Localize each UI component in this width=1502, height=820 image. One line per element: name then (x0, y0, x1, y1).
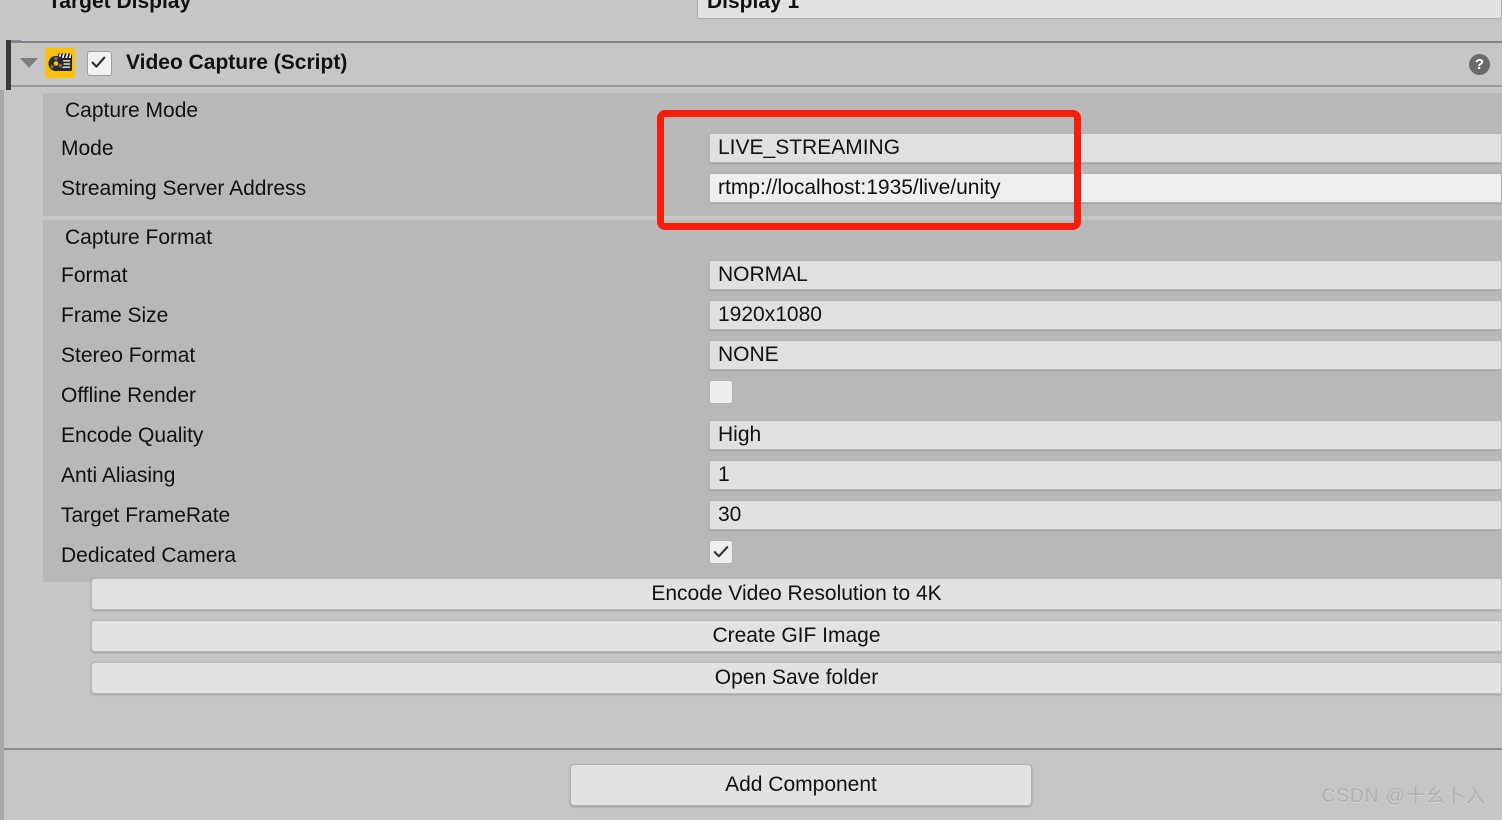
streaming-server-address-input[interactable]: rtmp://localhost:1935/live/unity (709, 173, 1502, 203)
row-encode-quality: Encode Quality High (43, 416, 1502, 456)
format-dropdown[interactable]: NORMAL (709, 260, 1502, 290)
body-left-padding (11, 87, 43, 717)
row-label-frame-size: Frame Size (61, 304, 169, 327)
row-anti-aliasing: Anti Aliasing 1 (43, 456, 1502, 496)
section-capture-format: Capture Format Format NORMAL Frame Size … (43, 220, 1502, 694)
frame-size-dropdown[interactable]: 1920x1080 (709, 300, 1502, 330)
help-icon[interactable]: ? (1469, 54, 1490, 75)
section-capture-mode: Capture Mode Mode LIVE_STREAMING Streami… (43, 93, 1502, 216)
target-display-dropdown[interactable]: Display 1 (697, 0, 1502, 19)
row-label-offline-render: Offline Render (61, 384, 197, 407)
streaming-server-address-value: rtmp://localhost:1935/live/unity (718, 176, 1001, 199)
row-label-target-framerate: Target FrameRate (61, 504, 231, 527)
component-title: Video Capture (Script) (126, 51, 348, 74)
row-dedicated-camera: Dedicated Camera (43, 536, 1502, 576)
target-display-row: Target Display Display 1 (0, 0, 1502, 40)
open-save-folder-button[interactable]: Open Save folder (91, 662, 1502, 694)
component-header[interactable]: Video Capture (Script) ? (11, 43, 1502, 87)
target-display-value: Display 1 (707, 0, 800, 13)
chevron-down-icon[interactable] (20, 58, 38, 68)
row-label-format: Format (61, 264, 128, 287)
encode-quality-dropdown[interactable]: High (709, 420, 1502, 450)
row-target-framerate: Target FrameRate 30 (43, 496, 1502, 536)
stereo-format-dropdown[interactable]: NONE (709, 340, 1502, 370)
row-streaming-server-address: Streaming Server Address rtmp://localhos… (43, 169, 1502, 209)
component-body: Capture Mode Mode LIVE_STREAMING Streami… (11, 87, 1502, 717)
format-value: NORMAL (718, 263, 808, 286)
row-label-mode: Mode (61, 137, 114, 160)
target-framerate-input[interactable]: 30 (709, 500, 1502, 530)
mode-value: LIVE_STREAMING (718, 136, 901, 159)
row-label-dedicated-camera: Dedicated Camera (61, 544, 237, 567)
frame-size-value: 1920x1080 (718, 303, 822, 326)
row-stereo-format: Stereo Format NONE (43, 336, 1502, 376)
dedicated-camera-checkbox[interactable] (709, 540, 733, 564)
encode-video-resolution-button[interactable]: Encode Video Resolution to 4K (91, 578, 1502, 610)
offline-render-checkbox[interactable] (709, 380, 733, 404)
section-header-capture-format: Capture Format (65, 226, 213, 249)
row-label-anti-aliasing: Anti Aliasing (61, 464, 176, 487)
anti-aliasing-value: 1 (718, 463, 730, 486)
encode-quality-value: High (718, 423, 762, 446)
inspector-panel: Target Display Display 1 Video Capture (… (0, 0, 1502, 820)
section-header-capture-mode: Capture Mode (65, 99, 199, 122)
row-offline-render: Offline Render (43, 376, 1502, 416)
row-frame-size: Frame Size 1920x1080 (43, 296, 1502, 336)
target-display-gap (21, 19, 1502, 40)
row-label-streaming-server-address: Streaming Server Address (61, 177, 307, 200)
row-label-stereo-format: Stereo Format (61, 344, 196, 367)
watermark: CSDN @十幺卜入 (1321, 786, 1486, 807)
help-glyph: ? (1474, 56, 1485, 73)
film-clapperboard-icon (45, 48, 75, 78)
target-display-label: Target Display (48, 0, 192, 13)
row-mode: Mode LIVE_STREAMING (43, 129, 1502, 169)
row-label-encode-quality: Encode Quality (61, 424, 204, 447)
stereo-format-value: NONE (718, 343, 779, 366)
component-enabled-checkbox[interactable] (87, 51, 112, 76)
target-framerate-value: 30 (718, 503, 742, 526)
row-format: Format NORMAL (43, 256, 1502, 296)
mode-dropdown[interactable]: LIVE_STREAMING (709, 133, 1502, 163)
inspector-footer: Add Component (4, 750, 1502, 820)
create-gif-image-button[interactable]: Create GIF Image (91, 620, 1502, 652)
anti-aliasing-dropdown[interactable]: 1 (709, 460, 1502, 490)
add-component-button[interactable]: Add Component (570, 764, 1032, 806)
window-left-border-lower (0, 90, 4, 820)
